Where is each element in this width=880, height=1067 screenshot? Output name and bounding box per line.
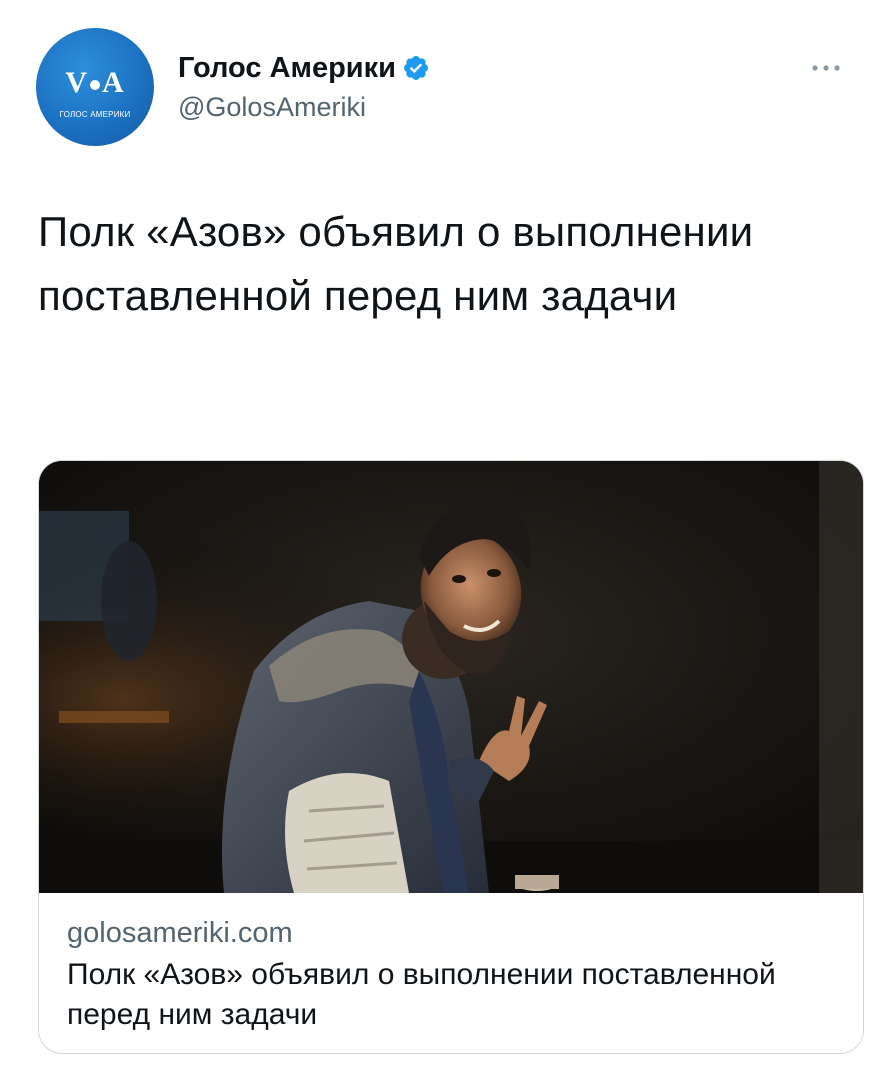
photo-soldier-icon [39, 461, 863, 893]
more-dots-icon[interactable] [806, 58, 846, 78]
tweet-text: Полк «Азов» объявил о выполнении поставл… [38, 208, 754, 319]
voa-logo: VA [65, 66, 125, 99]
display-name-row: Голос Америки [178, 50, 430, 86]
card-image[interactable] [39, 461, 863, 893]
tweet: VA ГОЛОС АМЕРИКИ Голос Америки @GolosAme… [0, 0, 880, 1067]
display-name[interactable]: Голос Америки [178, 52, 396, 85]
account-names: Голос Америки @GolosAmeriki [178, 50, 430, 123]
avatar[interactable]: VA ГОЛОС АМЕРИКИ [36, 28, 154, 146]
link-card[interactable]: golosameriki.com Полк «Азов» объявил о в… [38, 460, 864, 1054]
card-domain[interactable]: golosameriki.com [67, 913, 847, 953]
avatar-subtitle: ГОЛОС АМЕРИКИ [59, 110, 131, 119]
verified-badge-icon [402, 54, 430, 82]
account-handle[interactable]: @GolosAmeriki [178, 92, 430, 123]
card-body: golosameriki.com Полк «Азов» объявил о в… [67, 913, 847, 1035]
card-title[interactable]: Полк «Азов» объявил о выполнении поставл… [67, 955, 847, 1035]
tweet-header: VA ГОЛОС АМЕРИКИ Голос Америки @GolosAme… [36, 28, 846, 148]
